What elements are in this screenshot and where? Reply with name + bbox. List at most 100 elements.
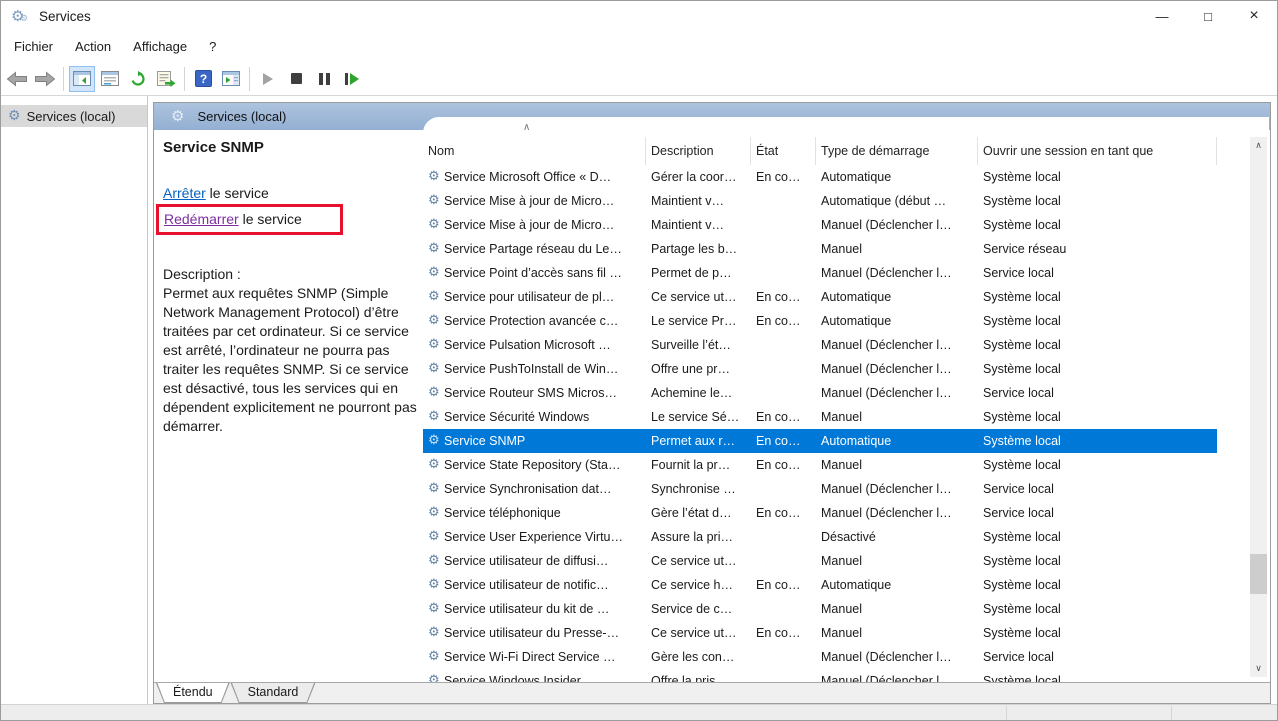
services-app-icon: ⚙⚙ <box>11 7 35 25</box>
tab-etendu[interactable]: Étendu <box>156 683 230 703</box>
gear-icon: ⚙ <box>428 672 440 682</box>
play-icon <box>263 73 273 85</box>
vertical-scrollbar[interactable]: ∧ ∨ <box>1250 137 1267 677</box>
toolbar-separator <box>63 67 64 91</box>
service-row[interactable]: ⚙ Service utilisateur du Presse-… Ce ser… <box>423 621 1217 645</box>
service-row[interactable]: ⚙ Service Mise à jour de Micro… Maintien… <box>423 189 1217 213</box>
gear-icon: ⚙ <box>428 456 440 471</box>
pause-service-button[interactable] <box>311 66 337 92</box>
close-button[interactable]: × <box>1231 1 1277 31</box>
bottom-strip <box>1 704 1277 720</box>
list-header: Nom Description État Type de démarrage O… <box>423 137 1256 165</box>
gear-icon: ⚙ <box>428 576 440 591</box>
maximize-button[interactable]: □ <box>1185 1 1231 31</box>
scroll-up-icon[interactable]: ∧ <box>1250 137 1267 154</box>
service-row[interactable]: ⚙ Service utilisateur du kit de … Servic… <box>423 597 1217 621</box>
column-header-type-demarrage[interactable]: Type de démarrage <box>816 137 978 165</box>
gear-icon: ⚙ <box>428 264 440 279</box>
sort-ascending-icon: ∧ <box>523 122 530 133</box>
pause-icon <box>319 73 330 85</box>
services-window: ⚙⚙ Services — □ × Fichier Action Afficha… <box>0 0 1278 721</box>
menu-help[interactable]: ? <box>198 34 227 59</box>
gear-icon: ⚙ <box>428 288 440 303</box>
service-row[interactable]: ⚙ Service Protection avancée c… Le servi… <box>423 309 1217 333</box>
export-list-icon <box>157 71 176 87</box>
service-row[interactable]: ⚙ Service utilisateur de diffusi… Ce ser… <box>423 549 1217 573</box>
tab-standard[interactable]: Standard <box>231 683 316 703</box>
back-button[interactable] <box>4 66 30 92</box>
service-row[interactable]: ⚙ Service SNMP Permet aux r… En co… Auto… <box>423 429 1217 453</box>
restart-service-button[interactable] <box>339 66 365 92</box>
tab-standard-label: Standard <box>231 683 316 702</box>
restart-service-suffix: le service <box>239 211 302 227</box>
service-row[interactable]: ⚙ Service Windows Insider Offre la pris…… <box>423 669 1217 682</box>
service-row[interactable]: ⚙ Service Wi-Fi Direct Service … Gère le… <box>423 645 1217 669</box>
refresh-button[interactable] <box>125 66 151 92</box>
window-title: Services <box>39 9 91 24</box>
gear-icon: ⚙ <box>428 384 440 399</box>
gear-icon: ⚙ <box>428 408 440 423</box>
stop-icon <box>291 73 302 84</box>
forward-button[interactable] <box>32 66 58 92</box>
service-row[interactable]: ⚙ Service Pulsation Microsoft … Surveill… <box>423 333 1217 357</box>
menu-action[interactable]: Action <box>64 34 122 59</box>
title-bar: ⚙⚙ Services — □ × <box>1 1 1277 31</box>
strip-divider <box>1006 706 1007 720</box>
service-row[interactable]: ⚙ Service utilisateur de notific… Ce ser… <box>423 573 1217 597</box>
service-row[interactable]: ⚙ Service pour utilisateur de pl… Ce ser… <box>423 285 1217 309</box>
toolbar-separator <box>184 67 185 91</box>
service-row[interactable]: ⚙ Service Partage réseau du Le… Partage … <box>423 237 1217 261</box>
gear-icon: ⚙ <box>428 360 440 375</box>
view-tabs-bar: Étendu Standard <box>154 682 1270 703</box>
start-service-button[interactable] <box>255 66 281 92</box>
service-row[interactable]: ⚙ Service Point d’accès sans fil … Perme… <box>423 261 1217 285</box>
restart-service-link[interactable]: Redémarrer <box>164 211 239 227</box>
show-action-pane-button[interactable] <box>218 66 244 92</box>
show-console-tree-button[interactable] <box>69 66 95 92</box>
properties-button[interactable] <box>97 66 123 92</box>
service-list-pane: ∧ Nom Description État Type de démarrage… <box>423 117 1269 682</box>
export-list-button[interactable] <box>153 66 179 92</box>
service-row[interactable]: ⚙ Service Synchronisation dat… Synchroni… <box>423 477 1217 501</box>
forward-arrow-icon <box>34 71 56 87</box>
service-row[interactable]: ⚙ Service Mise à jour de Micro… Maintien… <box>423 213 1217 237</box>
help-button[interactable]: ? <box>190 66 216 92</box>
action-pane-icon <box>222 71 240 86</box>
service-row[interactable]: ⚙ Service PushToInstall de Win… Offre un… <box>423 357 1217 381</box>
service-row[interactable]: ⚙ Service Routeur SMS Micros… Achemine l… <box>423 381 1217 405</box>
annotation-red-box: Redémarrer le service <box>156 204 343 235</box>
stop-service-button[interactable] <box>283 66 309 92</box>
refresh-icon <box>129 71 147 87</box>
minimize-button[interactable]: — <box>1139 1 1185 31</box>
service-detail-pane: Service SNMP Arrêter le service Redémarr… <box>155 130 423 682</box>
gear-icon: ⚙ <box>428 312 440 327</box>
console-tree-panel: ⚙ Services (local) <box>1 96 148 704</box>
gear-icon: ⚙ <box>428 216 440 231</box>
banner-title: Services (local) <box>197 109 286 124</box>
column-header-etat[interactable]: État <box>751 137 816 165</box>
restart-icon <box>345 73 359 85</box>
stop-service-link[interactable]: Arrêter <box>163 185 206 201</box>
toolbar-separator <box>249 67 250 91</box>
menu-fichier[interactable]: Fichier <box>3 34 64 59</box>
service-row[interactable]: ⚙ Service Sécurité Windows Le service Sé… <box>423 405 1217 429</box>
service-row[interactable]: ⚙ Service State Repository (Sta… Fournit… <box>423 453 1217 477</box>
svg-text:?: ? <box>199 72 206 86</box>
menu-affichage[interactable]: Affichage <box>122 34 198 59</box>
gear-icon: ⚙ <box>171 107 184 125</box>
column-header-ouvrir-session[interactable]: Ouvrir une session en tant que <box>978 137 1217 165</box>
service-row[interactable]: ⚙ Service User Experience Virtu… Assure … <box>423 525 1217 549</box>
scroll-down-icon[interactable]: ∨ <box>1250 660 1267 677</box>
gear-icon: ⚙ <box>428 240 440 255</box>
column-header-description[interactable]: Description <box>646 137 751 165</box>
column-header-nom[interactable]: Nom <box>423 137 646 165</box>
scrollbar-thumb[interactable] <box>1250 554 1267 594</box>
console-area: ⚙ Services (local) Service SNMP Arrêter … <box>153 102 1271 704</box>
tree-item-services-local[interactable]: ⚙ Services (local) <box>1 105 147 127</box>
stop-service-line: Arrêter le service <box>163 183 423 203</box>
tree-item-label: Services (local) <box>27 109 116 124</box>
service-row[interactable]: ⚙ Service Microsoft Office « D… Gérer la… <box>423 165 1217 189</box>
back-arrow-icon <box>6 71 28 87</box>
service-row[interactable]: ⚙ Service téléphonique Gère l’état d… En… <box>423 501 1217 525</box>
gear-icon: ⚙ <box>428 600 440 615</box>
